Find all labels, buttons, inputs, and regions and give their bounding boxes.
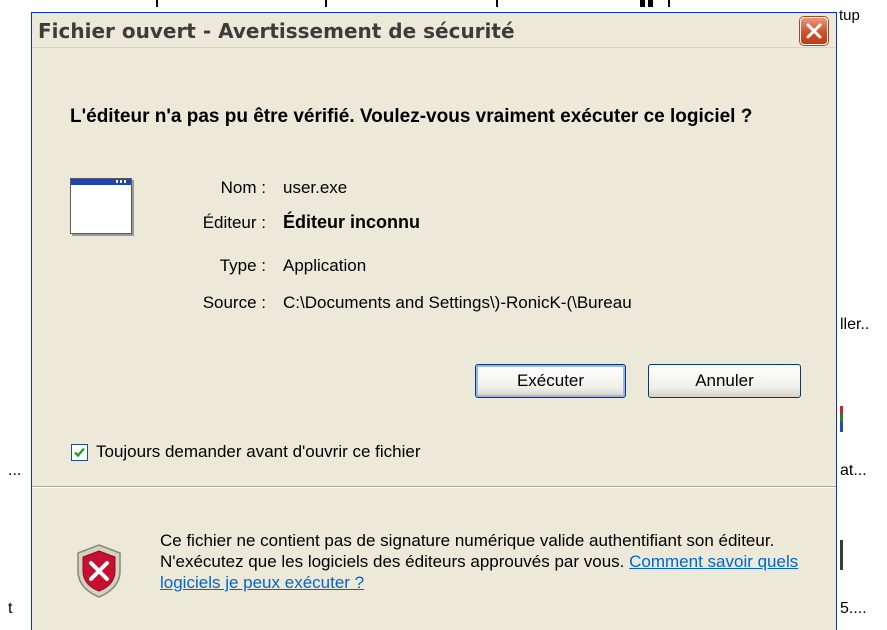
run-button[interactable]: Exécuter [475,364,626,398]
source-value: C:\Documents and Settings\)-RonicK-(\Bur… [283,293,632,312]
background-mark [156,0,158,7]
type-value: Application [283,256,367,275]
security-warning-dialog: Fichier ouvert - Avertissement de sécuri… [31,12,837,630]
background-text-five: 5.... [840,600,867,617]
source-label: Source : [202,293,266,312]
dialog-title: Fichier ouvert - Avertissement de sécuri… [38,19,515,43]
titlebar: Fichier ouvert - Avertissement de sécuri… [32,13,836,48]
background-text-ller: ller.. [840,316,870,333]
checkmark-icon [74,447,85,458]
name-label: Nom : [220,178,266,197]
background-text-tup: tup [839,7,860,24]
background-mark [648,0,653,7]
separator [32,486,836,488]
warning-message: Ce fichier ne contient pas de signature … [160,530,820,593]
close-icon [806,23,822,39]
name-value: user.exe [283,178,348,197]
type-label: Type : [219,256,266,275]
background-text-t: t [8,600,13,617]
background-icon-fragment [840,406,843,414]
cancel-button[interactable]: Annuler [648,364,801,398]
background-mark [640,0,645,7]
security-shield-icon [77,544,121,598]
background-mark [668,0,670,7]
background-mark [496,0,498,7]
publisher-label: Éditeur : [202,213,266,232]
background-text-ellipsis: ... [8,462,22,479]
background-icon-fragment [840,414,843,422]
always-ask-label[interactable]: Toujours demander avant d'ouvrir ce fich… [96,442,421,462]
publisher-value: Éditeur inconnu [283,212,420,232]
background-text-at: at... [840,462,867,479]
application-window-icon [70,178,132,234]
dialog-heading: L'éditeur n'a pas pu être vérifié. Voule… [70,106,753,127]
background-icon-fragment [840,422,843,432]
background-mark [325,0,327,7]
always-ask-checkbox[interactable] [71,444,88,461]
background-icon-fragment [840,540,843,570]
close-button[interactable] [800,17,828,45]
